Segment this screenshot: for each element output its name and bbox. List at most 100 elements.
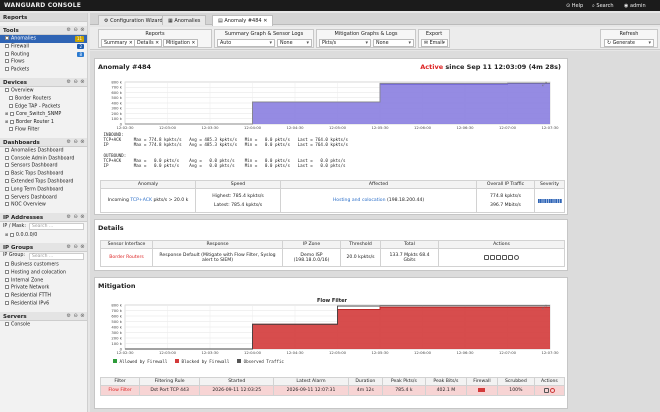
remove-icon[interactable]: ✕ bbox=[191, 41, 195, 46]
sidebar-item-flows[interactable]: Flows bbox=[0, 58, 87, 66]
anomaly-stats: INBOUND: TCP+ACK Max = 774.8 kpkts/s Avg… bbox=[103, 132, 349, 169]
sidebar-item-dashboard[interactable]: Console Admin Dashboard bbox=[0, 155, 87, 163]
edit-icon[interactable] bbox=[508, 254, 514, 260]
sidebar-item-dashboard[interactable]: Servers Dashboard bbox=[0, 194, 87, 202]
group-icon bbox=[5, 285, 9, 290]
dashboards-header[interactable]: Dashboards ⚙ ⊖ ⊗ bbox=[0, 137, 87, 147]
zoom-icon: ⤢ bbox=[542, 304, 547, 311]
panel-controls-icon[interactable]: ⚙ ⊖ ⊗ bbox=[66, 139, 85, 145]
delete-icon[interactable] bbox=[550, 387, 556, 393]
graph-option-select[interactable]: None bbox=[277, 39, 312, 47]
peak-pkts-cell: 785.4 k bbox=[382, 385, 426, 396]
export-select[interactable]: ✉ Email bbox=[421, 39, 448, 47]
col-filtering-rule: Filtering Rule bbox=[139, 377, 201, 386]
tab-anomalies[interactable]: ▦ Anomalies bbox=[162, 15, 207, 25]
sidebar-item-core-switch[interactable]: ⊞ Core_Switch_SNMP bbox=[0, 110, 87, 118]
sidebar-item-packets[interactable]: Packets bbox=[0, 66, 87, 74]
sidebar-item-ip-group[interactable]: Residential FTTH bbox=[0, 292, 87, 300]
sidebar-item-label: Anomalies bbox=[11, 36, 36, 42]
routing-icon bbox=[5, 51, 9, 56]
sidebar-item-border-routers[interactable]: Border Routers bbox=[0, 95, 87, 103]
sidebar-item-ip-range[interactable]: ⊞ 0.0.0.0/0 bbox=[0, 231, 87, 239]
dashboard-icon bbox=[5, 178, 9, 183]
sidebar-item-label: Border Routers bbox=[15, 96, 52, 102]
sidebar-item-firewall[interactable]: Firewall 2 bbox=[0, 43, 87, 51]
close-icon[interactable]: ✕ bbox=[263, 18, 267, 24]
sidebar-item-dashboard[interactable]: Long Term Dashboard bbox=[0, 186, 87, 194]
sidebar-item-ip-group[interactable]: Business customers bbox=[0, 261, 87, 269]
mitigation-option-select[interactable]: None bbox=[373, 39, 414, 47]
panel-controls-icon[interactable]: ⚙ ⊖ ⊗ bbox=[66, 27, 85, 33]
sidebar-item-dashboard[interactable]: Anomalies Dashboard bbox=[0, 147, 87, 155]
y-tick-label: 300 k bbox=[111, 106, 122, 111]
panel-controls-icon[interactable]: ⚙ ⊖ ⊗ bbox=[66, 313, 85, 319]
y-tick-label: 700 k bbox=[111, 85, 122, 90]
panel-controls-icon[interactable]: ⚙ ⊖ ⊗ bbox=[66, 79, 85, 85]
user-menu[interactable]: ◉ admin bbox=[624, 3, 646, 9]
sidebar-item-dashboard[interactable]: Extended Tops Dashboard bbox=[0, 178, 87, 186]
graph-interval-select[interactable]: Auto bbox=[217, 39, 275, 47]
dashboard-icon bbox=[5, 155, 9, 160]
expand-icon[interactable]: ⊞ bbox=[5, 111, 8, 116]
servers-header[interactable]: Servers ⚙ ⊖ ⊗ bbox=[0, 311, 87, 321]
col-ip-zone: IP Zone bbox=[282, 240, 341, 249]
panel-controls-icon[interactable]: ⚙ ⊖ ⊗ bbox=[66, 244, 85, 250]
sidebar-item-dashboard[interactable]: Basic Tops Dashboard bbox=[0, 170, 87, 178]
tab-bar: ⚙ Configuration Wizard ▦ Anomalies ▤ Ano… bbox=[90, 13, 660, 26]
comment-icon[interactable] bbox=[489, 254, 495, 260]
chart-icon[interactable] bbox=[502, 254, 508, 260]
sidebar-item-ip-group[interactable]: Internal Zone bbox=[0, 277, 87, 285]
filter-link[interactable]: Flow Filter bbox=[99, 385, 141, 396]
dashboard-icon bbox=[5, 171, 9, 176]
tab-configuration-wizard[interactable]: ⚙ Configuration Wizard bbox=[98, 15, 169, 25]
remove-icon[interactable]: ✕ bbox=[155, 41, 159, 46]
reports-header[interactable]: Reports bbox=[0, 13, 87, 22]
search-menu[interactable]: ⌕ Search bbox=[592, 3, 614, 9]
ip-group-search-input[interactable]: Search ... bbox=[29, 252, 84, 260]
capture-icon[interactable] bbox=[495, 254, 501, 260]
help-menu[interactable]: ⊙ Help bbox=[566, 3, 583, 9]
mitigation-chip[interactable]: Mitigation ✕ bbox=[163, 39, 199, 47]
ip-addresses-header[interactable]: IP Addresses ⚙ ⊖ ⊗ bbox=[0, 213, 87, 223]
refresh-select[interactable]: ↻ Generate bbox=[604, 39, 654, 47]
sidebar-item-border-router-1[interactable]: ⊞ Border Router 1 bbox=[0, 118, 87, 126]
mitigation-chart: 800 k700 k600 k500 k400 k300 k200 k100 k… bbox=[111, 303, 559, 355]
details-chip[interactable]: Details ✕ bbox=[134, 39, 163, 47]
remove-icon[interactable]: ✕ bbox=[129, 41, 133, 46]
sidebar-item-dashboard[interactable]: Sensors Dashboard bbox=[0, 162, 87, 170]
col-sensor-interface: Sensor Interface bbox=[100, 240, 153, 249]
sidebar-item-ip-group[interactable]: Residential IPv6 bbox=[0, 300, 87, 308]
legend-allowed: Allowed by Firewall bbox=[113, 359, 167, 364]
col-severity: Severity bbox=[534, 180, 565, 189]
mitigation-unit-select[interactable]: Pkts/s bbox=[319, 39, 371, 47]
stop-icon[interactable] bbox=[483, 254, 489, 260]
sidebar-item-anomalies[interactable]: Anomalies 11 bbox=[0, 35, 87, 43]
sidebar-item-flow-filter[interactable]: Flow Filter bbox=[0, 126, 87, 134]
sidebar-item-edge-tap[interactable]: Edge TAP - Packets bbox=[0, 103, 87, 111]
devices-header[interactable]: Devices ⚙ ⊖ ⊗ bbox=[0, 77, 87, 87]
ip-groups-header[interactable]: IP Groups ⚙ ⊖ ⊗ bbox=[0, 242, 87, 252]
anomaly-decoder-link[interactable]: TCP+ACK bbox=[130, 198, 152, 203]
sidebar-item-ip-group[interactable]: Private Network bbox=[0, 284, 87, 292]
chart-icon[interactable] bbox=[543, 387, 549, 393]
x-tick-label: 12:03:30 bbox=[201, 125, 219, 130]
sidebar-item-dashboard[interactable]: NOC Overview bbox=[0, 201, 87, 209]
x-tick-label: 12:05:30 bbox=[371, 350, 389, 355]
sidebar-item-routing[interactable]: Routing 8 bbox=[0, 51, 87, 59]
tools-header[interactable]: Tools ⚙ ⊖ ⊗ bbox=[0, 26, 87, 35]
x-tick-label: 12:03:00 bbox=[159, 125, 177, 130]
expand-icon[interactable]: ⊞ bbox=[5, 232, 8, 237]
expand-icon[interactable]: ⊞ bbox=[5, 119, 8, 124]
sidebar-item-ip-group[interactable]: Hosting and colocation bbox=[0, 269, 87, 277]
sidebar-item-overview[interactable]: Overview bbox=[0, 87, 87, 95]
duration-cell: 4m 12s bbox=[347, 385, 384, 396]
ip-mask-search-input[interactable]: Search ... bbox=[29, 223, 84, 231]
sidebar-item-server[interactable]: Console bbox=[0, 321, 87, 329]
ip-groups-title: IP Groups bbox=[3, 244, 34, 251]
affected-link[interactable]: Hosting and colocation bbox=[333, 198, 386, 203]
tab-anomaly-484[interactable]: ▤ Anomaly #484 ✕ bbox=[212, 15, 274, 26]
panel-controls-icon[interactable]: ⚙ ⊖ ⊗ bbox=[66, 214, 85, 220]
summary-chip[interactable]: Summary ✕ bbox=[101, 39, 136, 47]
delete-icon[interactable] bbox=[514, 254, 520, 260]
sensor-interface-link[interactable]: Border Routers bbox=[100, 248, 153, 267]
